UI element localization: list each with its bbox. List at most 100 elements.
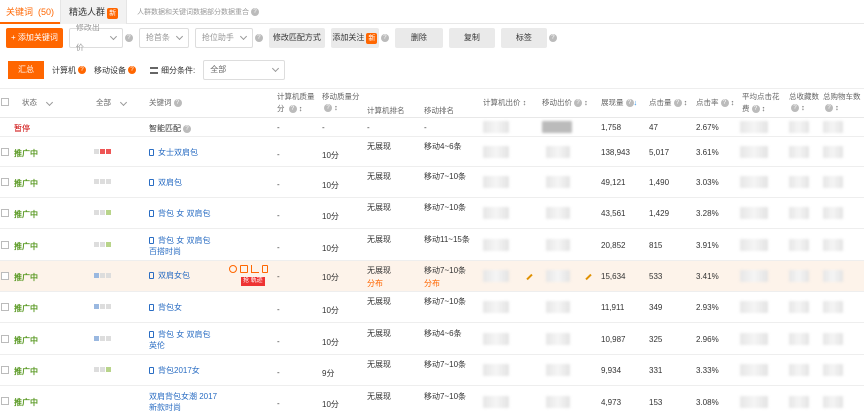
sort-icon[interactable]: ↕	[835, 103, 839, 112]
help-icon[interactable]: ?	[124, 34, 133, 42]
help-icon[interactable]: ?	[720, 99, 729, 108]
help-icon[interactable]: ?	[574, 99, 582, 108]
trend-icon[interactable]	[251, 265, 259, 273]
rank-assist-select[interactable]: 抢首条	[138, 28, 189, 48]
modify-bid-select[interactable]: 修改出价	[68, 23, 123, 52]
keyword-cell[interactable]: 双肩包	[149, 177, 182, 188]
mobile-bid-header[interactable]: 移动出价? ↕	[542, 97, 588, 108]
help-icon[interactable]: ?	[183, 124, 191, 133]
overlap-note: 人群数据和关键词数据部分数据重合	[137, 8, 250, 16]
select-all-checkbox[interactable]	[1, 98, 9, 106]
sort-icon[interactable]: ↕	[334, 103, 338, 112]
add-follow-button[interactable]: 添加关注新	[330, 28, 379, 48]
pc-bid-header[interactable]: 计算机出价 ↕	[483, 97, 526, 108]
pc-rank-distribution-link[interactable]: 分布	[367, 278, 383, 289]
favorites-header[interactable]: 总收藏数	[789, 91, 819, 102]
help-icon[interactable]: ?	[751, 105, 760, 114]
summary-tab[interactable]: 汇总	[8, 61, 44, 79]
help-icon[interactable]: ?	[254, 34, 263, 42]
copy-button[interactable]: 复制	[448, 28, 495, 48]
keyword-text-line2[interactable]: 新款时尚	[149, 402, 181, 413]
help-icon[interactable]: ?	[78, 66, 86, 75]
keyword-text-line2[interactable]: 百搭时尚	[149, 246, 181, 257]
help-icon[interactable]: ?	[548, 34, 557, 42]
keyword-cell[interactable]: 背包 女 双肩包	[149, 208, 210, 219]
all-filter[interactable]: 全部	[96, 97, 128, 108]
keyword-text-line2[interactable]: 英伦	[149, 340, 165, 351]
keyword-cell[interactable]: 女士双肩包	[149, 147, 198, 158]
avg-cost-redacted	[740, 239, 768, 251]
sort-icon[interactable]: ↕	[731, 98, 735, 107]
sort-icon[interactable]: ↕	[299, 104, 303, 113]
tab-crowd[interactable]: 精选人群新	[60, 0, 128, 24]
sort-icon[interactable]: ↕	[762, 104, 766, 113]
keyword-cell[interactable]: 双肩女包	[149, 270, 190, 281]
help-icon[interactable]: ?	[173, 99, 182, 108]
favorites-redacted	[789, 396, 809, 408]
status-text: 推广中	[14, 398, 38, 407]
modify-match-button[interactable]: 修改匹配方式	[268, 28, 325, 48]
row-checkbox[interactable]	[1, 241, 9, 249]
clicks-header[interactable]: 点击量? ↕	[649, 97, 687, 108]
help-icon[interactable]: ?	[251, 7, 260, 16]
trash-icon[interactable]	[262, 265, 268, 273]
edit-pc-bid-icon[interactable]	[526, 273, 533, 281]
keyword-cell[interactable]: 背包 女 双肩包	[149, 329, 210, 340]
row-checkbox[interactable]	[1, 178, 9, 186]
edit-mobile-bid-icon[interactable]	[585, 273, 592, 281]
sort-icon[interactable]: ↕	[801, 103, 805, 112]
help-icon[interactable]: ?	[324, 104, 332, 113]
add-keyword-button[interactable]: + 添加关键词	[6, 28, 63, 48]
tab-keywords[interactable]: 关键词 (50)	[0, 0, 61, 24]
row-checkbox[interactable]	[1, 272, 9, 280]
status-header[interactable]: 状态	[22, 97, 54, 108]
avg-cost-header[interactable]: 平均点击花	[742, 91, 780, 102]
row-checkbox[interactable]	[1, 303, 9, 311]
row-checkbox[interactable]	[1, 335, 9, 343]
ctr-header-label: 点击率	[696, 98, 719, 107]
help-icon[interactable]: ?	[128, 66, 136, 75]
sort-icon[interactable]: ↕	[584, 98, 588, 107]
ctr: 3.08%	[696, 398, 719, 407]
mobile-quality-header[interactable]: 移动质量分	[322, 91, 360, 102]
impressions-header[interactable]: 展现量? ↓	[601, 97, 637, 108]
copy-icon[interactable]	[240, 265, 248, 273]
keyword-cell[interactable]: 背包 女 双肩包	[149, 235, 210, 246]
cart-header[interactable]: 总购物车数	[823, 91, 861, 102]
help-icon[interactable]: ?	[380, 34, 389, 42]
help-icon[interactable]: ?	[625, 99, 634, 108]
favorites-redacted	[789, 239, 809, 251]
tag-button[interactable]: 标签	[500, 28, 547, 48]
computer-tab[interactable]: 计算机?	[52, 65, 86, 76]
sort-icon[interactable]: ↕	[684, 98, 688, 107]
position-assist-select[interactable]: 抢位助手	[194, 28, 253, 48]
keyword-header[interactable]: 关键词?	[149, 97, 182, 108]
sort-icon[interactable]: ↕	[523, 98, 527, 107]
row-checkbox[interactable]	[1, 148, 9, 156]
ctr: 3.33%	[696, 366, 719, 375]
ctr-header[interactable]: 点击率? ↕	[696, 97, 734, 108]
sort-desc-icon[interactable]: ↓	[634, 98, 638, 107]
row-checkbox[interactable]	[1, 209, 9, 217]
help-icon[interactable]: ?	[673, 99, 682, 108]
segment-select[interactable]: 全部	[203, 60, 286, 80]
help-icon[interactable]: ?	[288, 105, 297, 114]
pc-quality: -	[277, 305, 280, 314]
row-checkbox[interactable]	[1, 366, 9, 374]
mobile-rank: 移动7~10条	[424, 203, 467, 212]
keyword-text[interactable]: 双肩背包女潮 2017	[149, 391, 217, 402]
pc-quality-header[interactable]: 计算机质量	[277, 91, 315, 102]
mobile-quality: 10分	[322, 244, 339, 253]
quality-bars	[94, 304, 111, 309]
delete-button[interactable]: 删除	[394, 28, 443, 48]
help-icon[interactable]: ?	[791, 104, 799, 113]
rank-track-badge[interactable]: 抢 軌迹	[241, 277, 265, 286]
mobile-rank-distribution-link[interactable]: 分布	[424, 278, 440, 289]
row-checkbox[interactable]	[1, 397, 9, 405]
keyword-cell[interactable]: 背包2017女	[149, 365, 200, 376]
mobile-tab[interactable]: 移动设备?	[94, 65, 136, 76]
bid-icon[interactable]	[229, 265, 237, 273]
mobile-bid-redacted	[546, 333, 570, 345]
help-icon[interactable]: ?	[825, 104, 833, 113]
keyword-cell[interactable]: 背包女	[149, 302, 182, 313]
